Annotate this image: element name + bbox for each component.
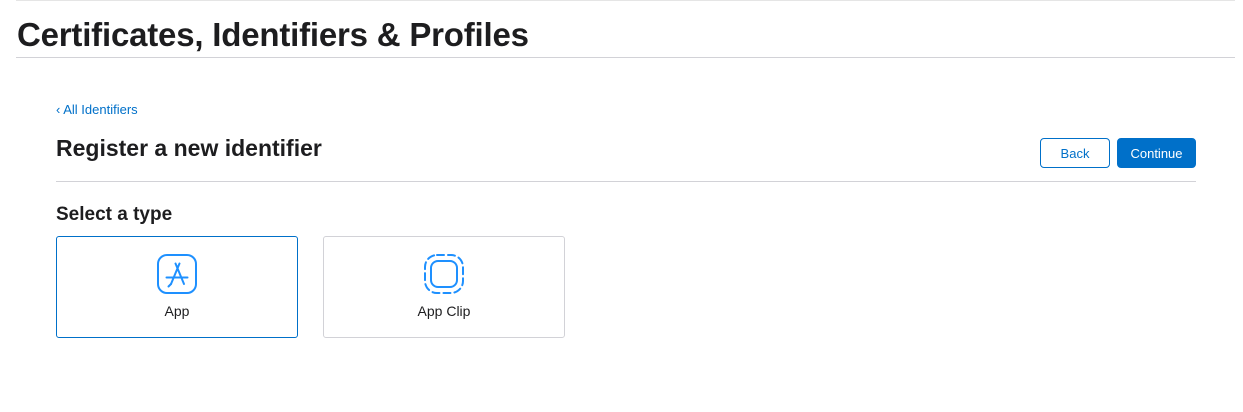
section-divider [56,181,1196,182]
app-clip-icon [423,253,465,295]
type-option-app-clip[interactable]: App Clip [323,236,565,338]
select-type-label: Select a type [56,204,173,225]
all-identifiers-link[interactable]: ‹ All Identifiers [56,102,138,117]
app-store-icon [156,253,198,295]
page-title: Certificates, Identifiers & Profiles [17,16,529,53]
type-option-label: App [164,303,190,319]
section-title: Register a new identifier [56,135,322,161]
title-divider [16,57,1235,58]
continue-button[interactable]: Continue [1117,138,1196,168]
type-option-app[interactable]: App [56,236,298,338]
back-button[interactable]: Back [1040,138,1110,168]
top-divider [16,0,1235,1]
type-option-label: App Clip [417,303,471,319]
